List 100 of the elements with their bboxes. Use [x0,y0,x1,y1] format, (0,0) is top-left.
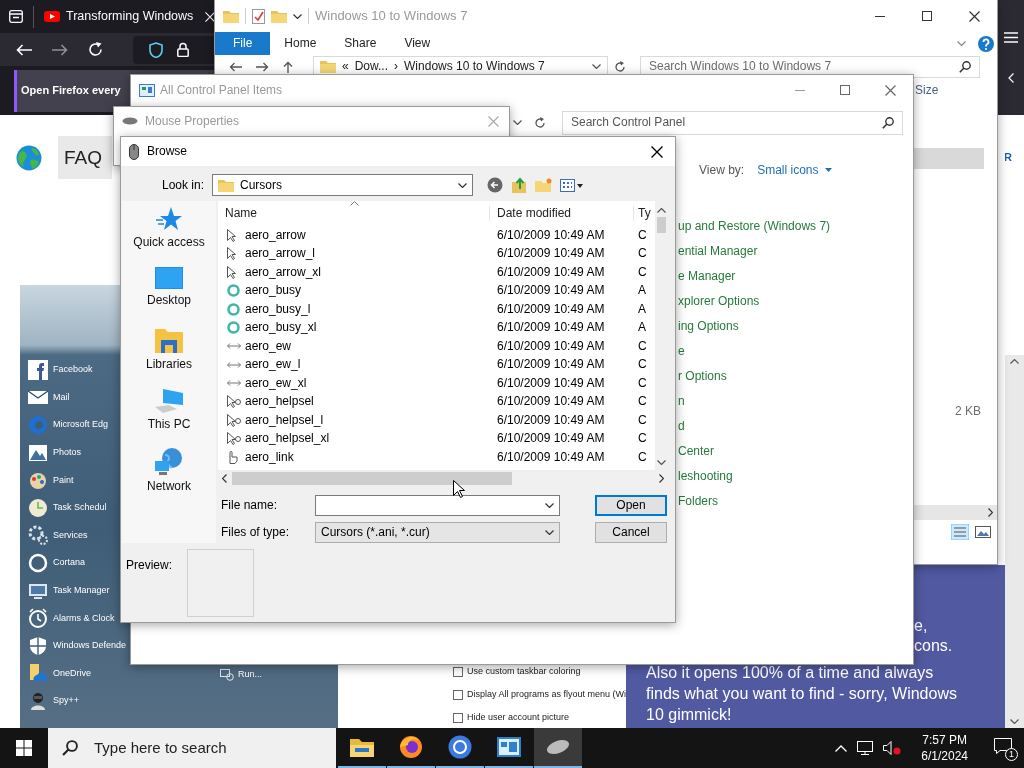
file-name[interactable]: aero_link [245,449,490,465]
app-icon[interactable] [28,497,48,518]
control-panel-link[interactable]: xplorer Options [678,289,760,314]
back-icon[interactable] [229,61,242,72]
place-label[interactable]: This PC [147,417,191,432]
control-panel-link[interactable]: n [678,389,685,414]
dialog-button[interactable]: Cancel [595,522,667,543]
faq-tab[interactable]: FAQ [58,135,112,180]
forward-icon[interactable] [256,61,269,72]
view-by-dropdown[interactable]: Small icons [757,162,832,178]
menu-item-label[interactable]: OneDrive [53,667,91,679]
menu-item-label[interactable]: Spy++ [53,695,80,707]
app-icon[interactable] [28,359,48,380]
file-name[interactable]: aero_helpsel_l [245,412,490,428]
chevron-left-icon[interactable] [1008,73,1014,83]
file-name[interactable]: aero_ew_l [245,357,490,373]
place-label[interactable]: Network [147,479,191,494]
ribbon-tab[interactable]: Home [270,33,331,54]
star-icon[interactable] [156,207,182,231]
taskbar-search-field[interactable]: Type here to search [48,728,336,768]
refresh-icon[interactable] [614,60,626,73]
file-name[interactable]: aero_helpsel [245,394,490,410]
reload-icon[interactable] [88,42,103,57]
control-panel-link[interactable]: d [678,414,685,439]
minimize-icon[interactable] [875,15,885,17]
menu-item-label[interactable]: Windows Defende [53,640,127,652]
search-field[interactable]: Search Control Panel [562,110,903,135]
file-name[interactable]: aero_arrow [245,227,490,243]
column-header[interactable]: Name [218,205,490,221]
menu-item-label[interactable]: Facebook [53,364,93,376]
control-panel-link[interactable]: e [678,339,685,364]
file-name[interactable]: aero_ew [245,338,490,354]
file-name-field[interactable] [315,495,560,516]
breadcrumb-item[interactable]: Dow... [354,59,389,74]
file-name[interactable]: aero_busy [245,283,490,299]
control-panel-link[interactable]: up and Restore (Windows 7) [678,214,831,239]
up-folder-icon[interactable] [511,177,527,193]
menu-item-label[interactable]: Services [53,529,88,541]
control-panel-link[interactable]: ential Manager [678,239,758,264]
volume-muted-icon[interactable] [883,741,902,755]
close-icon[interactable] [651,145,663,158]
breadcrumb-item[interactable]: « [342,59,349,74]
scroll-right-icon[interactable] [988,508,993,517]
place-label[interactable]: Desktop [147,293,191,308]
clock-time[interactable]: 7:57 PM [922,731,967,748]
breadcrumb-item[interactable]: Windows 10 to Windows 7 [404,59,545,74]
control-panel-link[interactable]: Folders [678,489,718,514]
link-text[interactable]: R [1005,150,1012,165]
column-header[interactable]: Date modified [490,205,634,221]
help-icon[interactable] [978,35,994,52]
menu-item-label[interactable]: Task Schedul [53,502,107,514]
scroll-thumb[interactable] [232,471,512,485]
libraries-icon[interactable] [155,327,183,353]
dialog-button[interactable]: Open [595,495,667,516]
place-label[interactable]: Quick access [133,235,205,250]
scroll-thumb[interactable] [657,217,666,233]
network-icon[interactable] [857,741,874,755]
column-header[interactable]: Size [915,83,939,98]
chevron-down-icon[interactable] [657,460,666,465]
checkbox[interactable] [453,689,463,700]
computer-icon[interactable] [155,387,183,413]
control-panel-link[interactable]: ing Options [678,314,739,339]
ribbon-tab[interactable]: View [390,33,445,54]
place-label[interactable]: Libraries [146,357,192,372]
breadcrumb-item[interactable]: › [394,59,399,74]
app-icon[interactable] [28,525,48,546]
file-name[interactable]: aero_ew_xl [245,375,490,391]
control-panel-link[interactable]: leshooting [678,464,733,489]
control-panel-link[interactable]: r Options [678,364,727,389]
app-icon[interactable] [28,690,48,711]
menu-item-label[interactable]: Mail [53,391,70,403]
file-name[interactable]: aero_arrow_xl [245,264,490,280]
file-name[interactable]: aero_helpsel_xl [245,431,490,447]
menu-item-label[interactable]: Paint [53,474,74,486]
chevron-down-icon[interactable] [1010,719,1019,724]
run-icon[interactable] [220,669,234,681]
taskbar-app-button[interactable] [534,728,582,768]
thumbnail-view-icon[interactable] [975,526,991,538]
maximize-icon[interactable] [922,11,932,21]
checkbox[interactable] [453,712,463,723]
menu-item-label[interactable]: Photos [53,446,82,459]
control-panel-link[interactable]: Center [678,439,715,464]
menu-item-label[interactable]: Run... [238,669,262,681]
chevron-down-icon[interactable] [592,64,601,69]
app-icon[interactable] [28,442,48,463]
menu-item-label[interactable]: Alarms & Clock [53,612,115,624]
control-panel-link[interactable]: e Manager [678,264,736,289]
scroll-up-icon[interactable] [657,208,666,213]
chevron-down-icon[interactable] [293,13,302,19]
checkbox[interactable] [453,666,463,677]
file-name[interactable]: aero_busy_l [245,301,490,317]
lock-icon[interactable] [177,42,189,57]
menu-icon[interactable] [1004,32,1018,43]
forward-icon[interactable] [52,43,68,56]
view-menu-icon[interactable] [560,178,583,192]
maximize-icon[interactable] [840,85,850,95]
scroll-left-icon[interactable] [222,473,227,483]
tab-list-icon[interactable] [9,10,23,23]
close-icon[interactable] [969,10,980,22]
shield-icon[interactable] [149,41,163,58]
